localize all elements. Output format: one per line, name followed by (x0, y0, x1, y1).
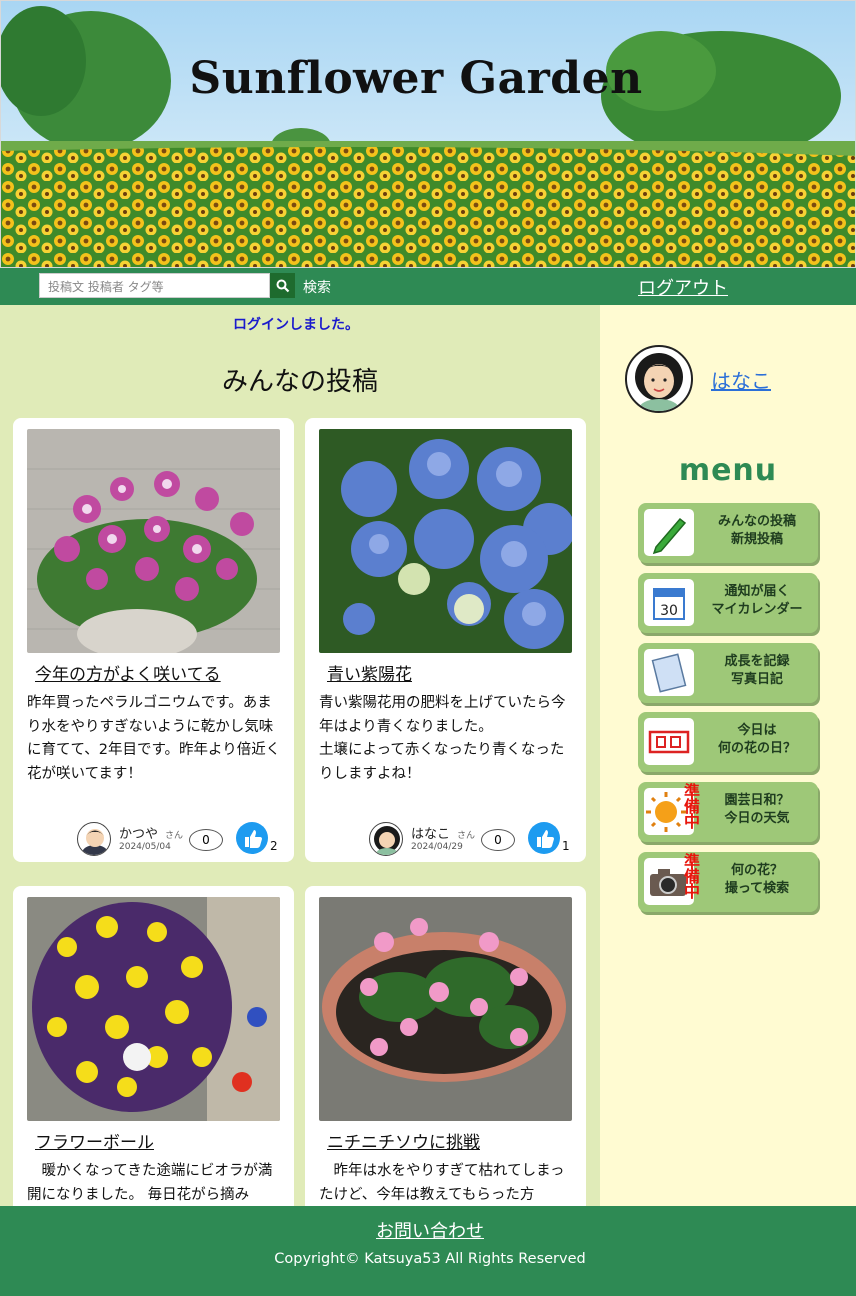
today-stamp-icon (644, 718, 694, 765)
menu-button-flower-day[interactable]: 今日は 何の花の日？ (638, 712, 818, 772)
hydrangea-image (319, 429, 572, 653)
thumbs-up-icon (537, 830, 554, 848)
menu-button-calendar[interactable]: 30 通知が届く マイカレンダー (638, 573, 818, 633)
like-button[interactable] (528, 822, 560, 854)
menu-label: 今日は 何の花の日？ (717, 723, 796, 756)
prep-badge: 準備中 (684, 852, 701, 901)
post-card[interactable]: 今年の方がよく咲いてる 昨年買ったペラルゴニウムです。あまり水をやりすぎないよう… (13, 418, 294, 862)
comment-count[interactable]: 0 (481, 829, 515, 851)
thumbs-up-icon (245, 830, 262, 848)
post-title[interactable]: ニチニチソウに挑戦 (327, 1128, 480, 1153)
footer: お問い合わせ Copyright© Katsuya53 All Rights R… (0, 1206, 856, 1296)
notebook-icon (644, 649, 694, 696)
flash-message: ログインしました。 (233, 317, 359, 333)
post-date: 2024/05/04 (119, 842, 171, 852)
man-avatar-icon (82, 829, 108, 855)
post-date: 2024/04/29 (411, 842, 463, 852)
menu-button-photo-search[interactable]: 準備中 何の花？ 撮って検索 (638, 852, 818, 912)
sunflower-field-image (1, 1, 855, 267)
menu-label: 通知が届く マイカレンダー (711, 584, 803, 617)
username-link[interactable]: はなこ (711, 365, 771, 394)
prep-badge: 準備中 (684, 782, 701, 831)
contact-link[interactable]: お問い合わせ (0, 1217, 856, 1243)
search-input[interactable]: 投稿文 投稿者 タグ等 (39, 273, 270, 298)
post-title[interactable]: 今年の方がよく咲いてる (35, 660, 221, 685)
author-name[interactable]: かつや (119, 823, 158, 842)
author-honorific: さん (457, 831, 476, 841)
page-title: みんなの投稿 (221, 367, 378, 397)
user-avatar[interactable] (625, 345, 693, 413)
post-title[interactable]: 青い紫陽花 (327, 660, 412, 685)
like-count: 1 (562, 839, 570, 853)
woman-avatar-icon (374, 826, 400, 855)
menu-label: 成長を記録 写真日記 (724, 654, 790, 687)
post-body: 昨年買ったペラルゴニウムです。あまり水をやりすぎないように乾かし気味に育てて、2… (27, 695, 281, 782)
comment-count[interactable]: 0 (189, 829, 223, 851)
avatar[interactable] (77, 822, 111, 856)
logout-link[interactable]: ログアウト (638, 274, 728, 300)
like-count: 2 (270, 839, 278, 853)
post-body: 青い紫陽花用の肥料を上げていたら今年はより青くなりました。 土壌によって赤くなっ… (319, 695, 566, 782)
woman-avatar-icon (635, 353, 683, 411)
post-body: 暖かくなってきた途端にビオラが満開になりました。 毎日花がら摘み (27, 1163, 273, 1203)
menu-label: 園芸日和？ 今日の天気 (724, 793, 790, 826)
post-card[interactable]: 青い紫陽花 青い紫陽花用の肥料を上げていたら今年はより青くなりました。 土壌によ… (305, 418, 586, 862)
post-card[interactable]: フラワーボール 暖かくなってきた途端にビオラが満開になりました。 毎日花がら摘み (13, 886, 294, 1206)
calendar-icon: 30 (644, 579, 694, 626)
post-author-row: はなこ さん 2024/04/29 0 1 (369, 822, 579, 858)
viola-ball-image (27, 897, 280, 1121)
svg-text:30: 30 (660, 603, 678, 619)
menu-label: 何の花？ 撮って検索 (724, 863, 790, 896)
pelargonium-image (27, 429, 280, 653)
avatar[interactable] (369, 822, 403, 856)
author-name[interactable]: はなこ (411, 823, 450, 842)
post-body: 昨年は水をやりすぎて枯れてしまったけど、今年は教えてもらった方 (319, 1163, 565, 1203)
post-photo-hydrangea[interactable] (319, 429, 572, 653)
main-content: ログインしました。 みんなの投稿 今年の方がよく咲いてる 昨年買ったペラルゴニウ… (0, 305, 600, 1206)
menu-label: みんなの投稿 新規投稿 (717, 514, 796, 547)
sidebar: はなこ menu みんなの投稿 新規投稿 30 通知が届く マイカレンダー 成長… (600, 305, 856, 1206)
site-title[interactable]: Sunflower Garden (1, 53, 831, 104)
post-title[interactable]: フラワーボール (35, 1128, 154, 1153)
search-label[interactable]: 検索 (303, 277, 331, 297)
like-button[interactable] (236, 822, 268, 854)
menu-button-photo-diary[interactable]: 成長を記録 写真日記 (638, 643, 818, 703)
search-button[interactable] (270, 273, 295, 298)
post-photo-vinca[interactable] (319, 897, 572, 1121)
vinca-planter-image (319, 897, 572, 1121)
author-honorific: さん (165, 831, 184, 841)
top-bar: 投稿文 投稿者 タグ等 検索 ログアウト (0, 268, 856, 305)
copyright-text: Copyright© Katsuya53 All Rights Reserved (274, 1251, 586, 1267)
search-icon (276, 279, 289, 292)
header-banner: Sunflower Garden (0, 0, 856, 268)
pencil-icon (644, 509, 694, 556)
post-photo-flower-ball[interactable] (27, 897, 280, 1121)
menu-button-weather[interactable]: 準備中 園芸日和？ 今日の天気 (638, 782, 818, 842)
post-author-row: かつや さん 2024/05/04 0 2 (77, 822, 287, 858)
menu-title: menu (678, 453, 778, 488)
post-photo-pelargonium[interactable] (27, 429, 280, 653)
menu-button-new-post[interactable]: みんなの投稿 新規投稿 (638, 503, 818, 563)
post-card[interactable]: ニチニチソウに挑戦 昨年は水をやりすぎて枯れてしまったけど、今年は教えてもらった… (305, 886, 586, 1206)
